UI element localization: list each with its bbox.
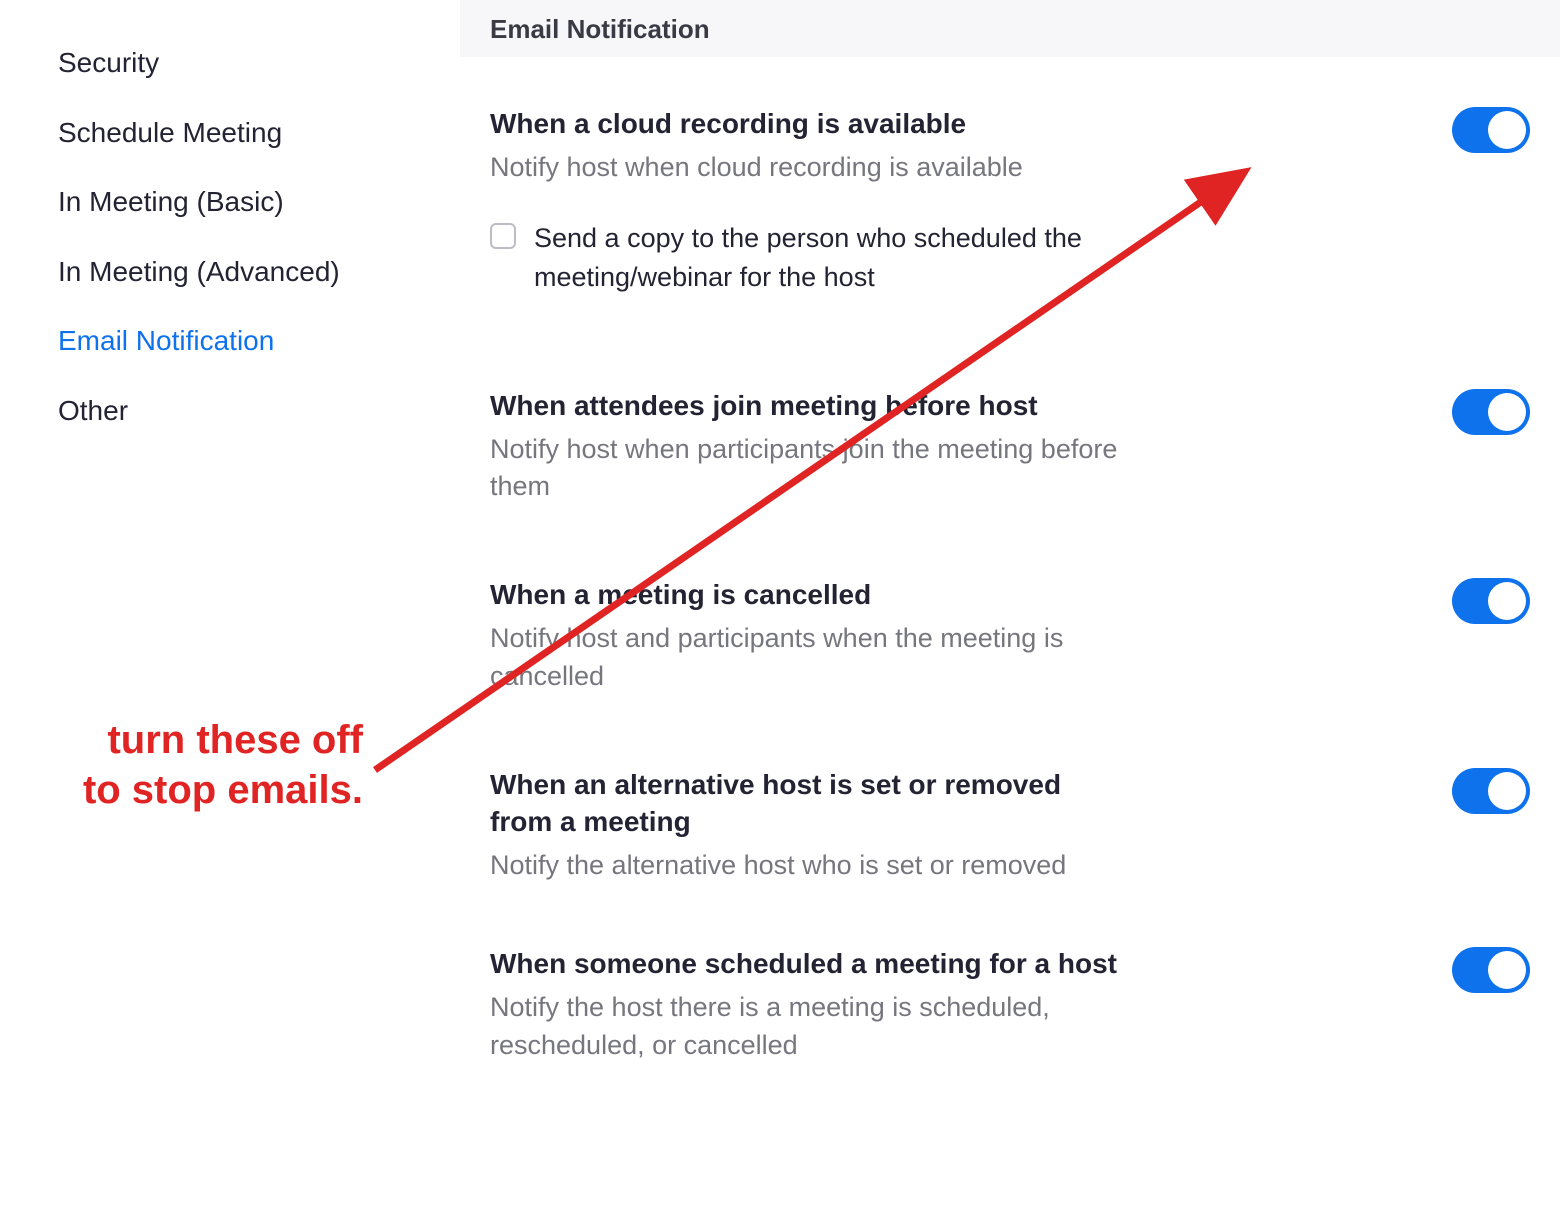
setting-someone-scheduled: When someone scheduled a meeting for a h… bbox=[490, 945, 1530, 1064]
setting-desc: Notify host and participants when the me… bbox=[490, 620, 1120, 696]
setting-attendees-join-before-host: When attendees join meeting before host … bbox=[490, 387, 1530, 506]
setting-cloud-recording: When a cloud recording is available Noti… bbox=[490, 105, 1530, 297]
sidebar-item-email-notification[interactable]: Email Notification bbox=[58, 306, 274, 376]
settings-list: When a cloud recording is available Noti… bbox=[460, 57, 1560, 1064]
setting-text: When attendees join meeting before host … bbox=[490, 387, 1120, 506]
toggle-meeting-cancelled[interactable] bbox=[1452, 578, 1530, 624]
toggle-cloud-recording[interactable] bbox=[1452, 107, 1530, 153]
setting-title: When a cloud recording is available bbox=[490, 105, 1120, 143]
setting-title: When a meeting is cancelled bbox=[490, 576, 1120, 614]
setting-text: When an alternative host is set or remov… bbox=[490, 766, 1120, 885]
sidebar-item-security[interactable]: Security bbox=[58, 28, 159, 98]
sidebar-item-other[interactable]: Other bbox=[58, 376, 128, 446]
toggle-attendees-before-host[interactable] bbox=[1452, 389, 1530, 435]
setting-text: When a cloud recording is available Noti… bbox=[490, 105, 1120, 297]
setting-text: When a meeting is cancelled Notify host … bbox=[490, 576, 1120, 695]
setting-alternative-host: When an alternative host is set or remov… bbox=[490, 766, 1530, 885]
setting-desc: Notify the host there is a meeting is sc… bbox=[490, 989, 1120, 1065]
sidebar-item-schedule-meeting[interactable]: Schedule Meeting bbox=[58, 98, 282, 168]
toggle-knob-icon bbox=[1488, 393, 1526, 431]
settings-main: Email Notification When a cloud recordin… bbox=[460, 0, 1560, 1220]
sub-option-label: Send a copy to the person who scheduled … bbox=[534, 219, 1120, 297]
sub-option-send-copy[interactable]: Send a copy to the person who scheduled … bbox=[490, 219, 1120, 297]
setting-desc: Notify host when cloud recording is avai… bbox=[490, 149, 1120, 187]
setting-title: When an alternative host is set or remov… bbox=[490, 766, 1120, 842]
toggle-knob-icon bbox=[1488, 951, 1526, 989]
setting-title: When attendees join meeting before host bbox=[490, 387, 1120, 425]
setting-desc: Notify the alternative host who is set o… bbox=[490, 847, 1120, 885]
toggle-knob-icon bbox=[1488, 582, 1526, 620]
toggle-knob-icon bbox=[1488, 111, 1526, 149]
sidebar-item-in-meeting-basic[interactable]: In Meeting (Basic) bbox=[58, 167, 284, 237]
settings-sidebar: Security Schedule Meeting In Meeting (Ba… bbox=[0, 0, 460, 1220]
setting-text: When someone scheduled a meeting for a h… bbox=[490, 945, 1120, 1064]
checkbox-icon[interactable] bbox=[490, 223, 516, 249]
setting-title: When someone scheduled a meeting for a h… bbox=[490, 945, 1120, 983]
setting-desc: Notify host when participants join the m… bbox=[490, 431, 1120, 507]
sidebar-item-in-meeting-advanced[interactable]: In Meeting (Advanced) bbox=[58, 237, 340, 307]
toggle-someone-scheduled[interactable] bbox=[1452, 947, 1530, 993]
toggle-knob-icon bbox=[1488, 772, 1526, 810]
section-header: Email Notification bbox=[460, 0, 1560, 57]
toggle-alternative-host[interactable] bbox=[1452, 768, 1530, 814]
setting-meeting-cancelled: When a meeting is cancelled Notify host … bbox=[490, 576, 1530, 695]
